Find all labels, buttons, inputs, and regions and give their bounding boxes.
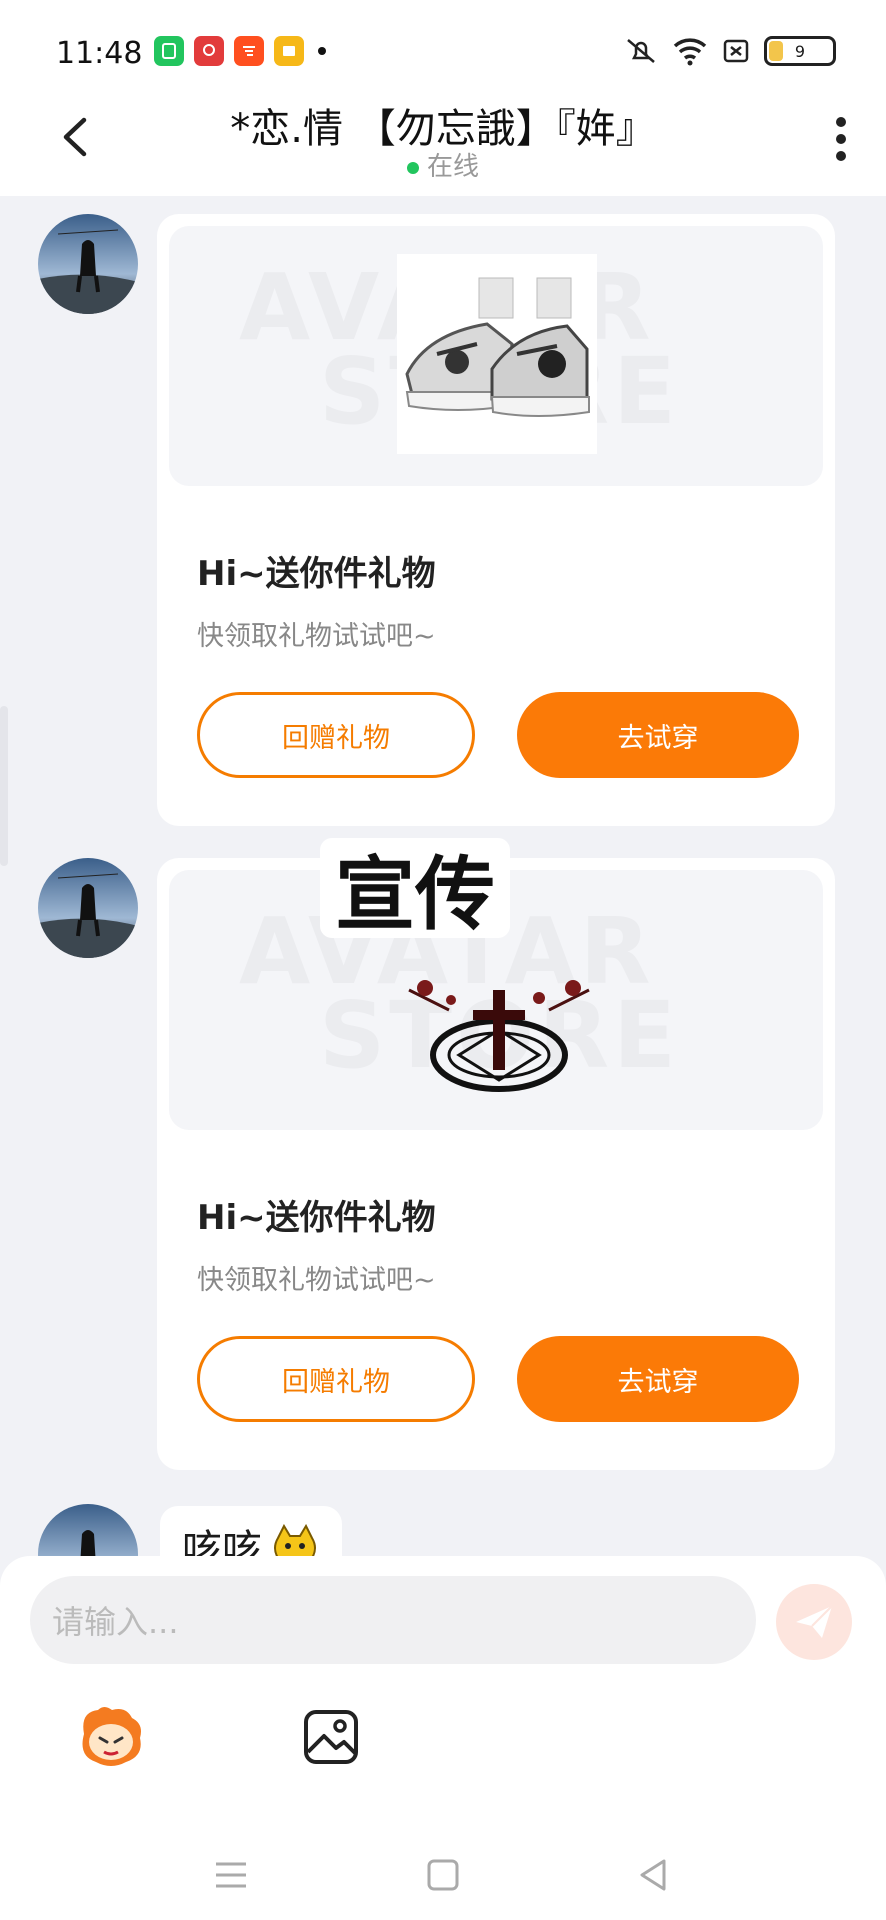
sender-avatar[interactable] <box>38 858 138 958</box>
message-input[interactable]: 请输入... <box>30 1576 756 1664</box>
sneaker-image <box>397 254 597 454</box>
more-notifications-dot <box>318 47 326 55</box>
system-icons: 9 <box>624 36 836 66</box>
overlay-caption: 宣传 <box>320 838 510 941</box>
sender-avatar[interactable] <box>38 1504 138 1556</box>
return-gift-button[interactable]: 回赠礼物 <box>197 692 475 778</box>
send-button[interactable] <box>776 1584 852 1660</box>
battery-level: 9 <box>794 41 806 61</box>
cat-emoji-icon <box>274 1524 316 1556</box>
app-green-icon <box>154 36 184 66</box>
gift-card-subtitle: 快领取礼物试试吧~ <box>197 621 436 652</box>
back-nav-icon[interactable] <box>636 1858 670 1892</box>
emoji-icon[interactable] <box>74 1704 148 1770</box>
battery-icon: 9 <box>764 36 836 66</box>
wifi-icon <box>673 38 707 66</box>
send-plane-icon <box>796 1605 833 1638</box>
status-bar: 11:48 9 <box>0 0 886 90</box>
more-options-icon[interactable] <box>826 114 856 164</box>
gift-image[interactable]: AVATAR STORE <box>169 226 823 486</box>
notification-icons <box>154 36 326 66</box>
online-dot-icon <box>406 161 419 174</box>
gift-card-title: Hi~送你件礼物 <box>197 1198 436 1238</box>
mute-icon <box>627 39 655 63</box>
return-gift-button[interactable]: 回赠礼物 <box>197 1336 475 1422</box>
home-nav-icon[interactable] <box>426 1858 460 1892</box>
menu-nav-icon[interactable] <box>214 1858 248 1892</box>
taobao-icon <box>234 36 264 66</box>
system-nav-bar <box>0 1836 886 1920</box>
sender-avatar[interactable] <box>38 214 138 314</box>
reader-icon <box>274 36 304 66</box>
message-input-placeholder: 请输入... <box>52 1603 179 1641</box>
gift-card: AVATAR STORE Hi~送你件礼物 快领取礼物试试吧~ 回赠礼物 去试穿 <box>157 214 835 826</box>
try-on-button[interactable]: 去试穿 <box>517 692 799 778</box>
gift-card: AVATAR STORE Hi~送你件礼物 快领取礼物试试吧~ 回赠礼物 去试穿 <box>157 858 835 1470</box>
cross-emblem-image <box>408 980 590 1092</box>
status-time: 11:48 <box>56 36 143 71</box>
scrollbar[interactable] <box>0 706 8 866</box>
text-message-bubble[interactable]: 咳咳 <box>160 1506 342 1556</box>
gift-card-title: Hi~送你件礼物 <box>197 554 436 594</box>
online-status-text: 在线 <box>426 152 479 182</box>
gift-card-subtitle: 快领取礼物试试吧~ <box>197 1265 436 1296</box>
online-status: 在线 <box>0 146 886 183</box>
sim-icon <box>723 39 749 63</box>
pinduoduo-icon <box>194 36 224 66</box>
chat-header: *恋.情 【勿忘誐】『姩』 在线 <box>0 90 886 196</box>
image-icon[interactable] <box>302 1708 360 1766</box>
message-text: 咳咳 <box>182 1527 262 1556</box>
try-on-button[interactable]: 去试穿 <box>517 1336 799 1422</box>
